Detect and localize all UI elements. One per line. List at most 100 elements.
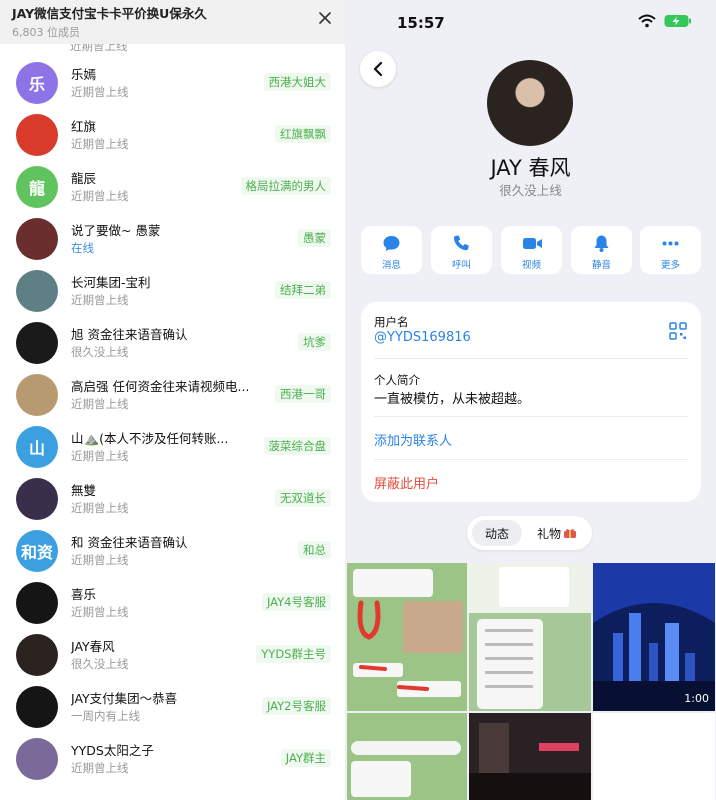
media-thumbnail[interactable] — [469, 713, 591, 800]
battery-charging-icon — [664, 15, 691, 27]
member-name: YYDS太阳之子 — [71, 743, 154, 758]
member-name: 说了要做~ 愚蒙 — [71, 223, 161, 238]
member-tag: JAY2号客服 — [261, 697, 331, 715]
member-avatar: 乐 — [16, 62, 58, 104]
media-video-thumbnail[interactable]: 1:00 — [593, 563, 715, 711]
member-name: 山⛰️(本人不涉及任何转账... — [71, 431, 229, 446]
video-duration: 1:00 — [684, 692, 709, 705]
member-row[interactable]: 無雙近期曾上线 无双道长 — [0, 473, 345, 525]
member-tag: JAY4号客服 — [261, 593, 331, 611]
phone-icon — [453, 235, 469, 251]
member-tag: 红旗飘飘 — [275, 125, 331, 143]
member-avatar — [16, 322, 58, 364]
member-status: 很久没上线 — [71, 657, 129, 671]
member-avatar: 和资 — [16, 530, 58, 572]
message-button[interactable]: 消息 — [361, 226, 422, 274]
member-tag: 菠菜综合盘 — [263, 437, 331, 455]
member-status: 一周内有上线 — [71, 709, 140, 723]
context-menu-screenshot-image — [469, 563, 591, 711]
group-member-panel: JAY微信支付宝卡卡平价换U保永久 6,803 位成员 近期曾上线 乐乐嫣 近期曾… — [0, 0, 345, 800]
group-member-count: 6,803 位成员 — [12, 26, 80, 39]
media-thumbnail[interactable] — [347, 713, 467, 800]
chat-screenshot-image — [347, 563, 467, 711]
member-avatar: 龍 — [16, 166, 58, 208]
member-name: 长河集团-宝利 — [71, 275, 151, 290]
mute-button[interactable]: 静音 — [571, 226, 632, 274]
bio-label: 个人简介 — [374, 373, 420, 387]
profile-avatar[interactable] — [487, 60, 573, 146]
member-tag: 和总 — [298, 541, 331, 559]
member-tag: 结拜二弟 — [275, 281, 331, 299]
tab-gifts-label: 礼物 — [536, 526, 561, 541]
member-tag: 坑爹 — [298, 333, 331, 351]
member-status: 近期曾上线 — [71, 85, 129, 99]
status-bar-time: 15:57 — [397, 14, 445, 32]
member-tag: 无双道长 — [275, 489, 331, 507]
bio-value: 一直被模仿，从未被超越。 — [374, 392, 531, 407]
member-name: 無雙 — [71, 483, 97, 498]
member-avatar — [16, 374, 58, 416]
member-name: 和 资金往来语音确认 — [71, 535, 188, 550]
member-row[interactable]: JAY支付集团～恭喜 一周内有上线 JAY2号客服 — [0, 681, 345, 733]
media-thumbnail[interactable] — [469, 563, 591, 711]
member-row[interactable]: 长河集团-宝利 近期曾上线 结拜二弟 — [0, 265, 345, 317]
profile-status: 很久没上线 — [499, 183, 562, 198]
screenshot-root: JAY微信支付宝卡卡平价换U保永久 6,803 位成员 近期曾上线 乐乐嫣 近期曾… — [0, 0, 716, 800]
bell-icon — [594, 235, 609, 252]
profile-panel: 15:57 JAY 春风 很久没上线 消息 呼叫 视频 静音 更多 用户名 @Y… — [345, 0, 716, 800]
profile-info-card: 用户名 @YYDS169816 个人简介 一直被模仿，从未被超越。 添加为联系人… — [361, 302, 701, 502]
member-name: 龍辰 — [71, 171, 97, 186]
divider — [374, 358, 688, 359]
member-name: JAY春风 — [71, 639, 115, 654]
profile-name: JAY 春风 — [490, 156, 571, 180]
member-name: 乐嫣 — [71, 67, 97, 82]
status-bar-icons — [638, 14, 692, 28]
username-value[interactable]: @YYDS169816 — [374, 330, 471, 345]
close-icon[interactable] — [317, 10, 333, 26]
member-tag: YYDS群主号 — [256, 645, 331, 663]
member-row[interactable]: 旭 资金往来语音确认 很久没上线 坑爹 — [0, 317, 345, 369]
member-row[interactable]: 说了要做~ 愚蒙 在线 愚蒙 — [0, 213, 345, 265]
member-name: 喜乐 — [71, 587, 97, 602]
member-row[interactable]: 和资和 资金往来语音确认 近期曾上线 和总 — [0, 525, 345, 577]
divider — [374, 459, 688, 460]
member-status: 近期曾上线 — [71, 137, 129, 151]
block-user-button[interactable]: 屏蔽此用户 — [374, 473, 439, 492]
chevron-left-icon — [373, 61, 383, 77]
tab-posts[interactable]: 动态 — [472, 520, 522, 546]
add-contact-button[interactable]: 添加为联系人 — [374, 430, 452, 449]
member-avatar — [16, 634, 58, 676]
city-night-video-image — [593, 563, 715, 711]
member-row[interactable]: YYDS太阳之子 近期曾上线 JAY群主 — [0, 733, 345, 785]
member-status: 近期曾上线 — [71, 189, 129, 203]
more-icon — [662, 241, 679, 246]
mute-label: 静音 — [591, 260, 611, 271]
member-status: 近期曾上线 — [71, 553, 129, 567]
more-button[interactable]: 更多 — [640, 226, 701, 274]
member-avatar — [16, 114, 58, 156]
member-tag: 西港大姐大 — [263, 73, 331, 91]
member-status: 在线 — [71, 241, 94, 255]
member-name: 高启强 任何资金往来请视频电... — [71, 379, 250, 394]
tab-gifts[interactable]: 礼物 — [527, 520, 587, 546]
video-button[interactable]: 视频 — [501, 226, 562, 274]
member-status: 近期曾上线 — [71, 293, 129, 307]
member-row[interactable]: JAY春风很久没上线 YYDS群主号 — [0, 629, 345, 681]
member-row[interactable]: 龍龍辰 近期曾上线 格局拉满的男人 — [0, 161, 345, 213]
qr-code-icon[interactable] — [669, 322, 687, 340]
member-row[interactable]: 山山⛰️(本人不涉及任何转账... 近期曾上线 菠菜综合盘 — [0, 421, 345, 473]
member-name: 红旗 — [71, 119, 97, 134]
member-row[interactable]: 高启强 任何资金往来请视频电... 近期曾上线 西港一哥 — [0, 369, 345, 421]
member-row[interactable]: 喜乐 近期曾上线 JAY4号客服 — [0, 577, 345, 629]
call-button[interactable]: 呼叫 — [431, 226, 492, 274]
member-row[interactable]: 乐乐嫣近期曾上线 西港大姐大 — [0, 57, 345, 109]
back-button[interactable] — [360, 51, 396, 87]
member-name: 旭 资金往来语音确认 — [71, 327, 188, 342]
member-avatar — [16, 686, 58, 728]
member-status: 近期曾上线 — [71, 501, 129, 515]
member-row[interactable]: 红旗近期曾上线 红旗飘飘 — [0, 109, 345, 161]
video-icon — [523, 238, 542, 249]
member-avatar — [16, 582, 58, 624]
media-thumbnail[interactable] — [347, 563, 467, 711]
member-tag: 愚蒙 — [298, 229, 331, 247]
